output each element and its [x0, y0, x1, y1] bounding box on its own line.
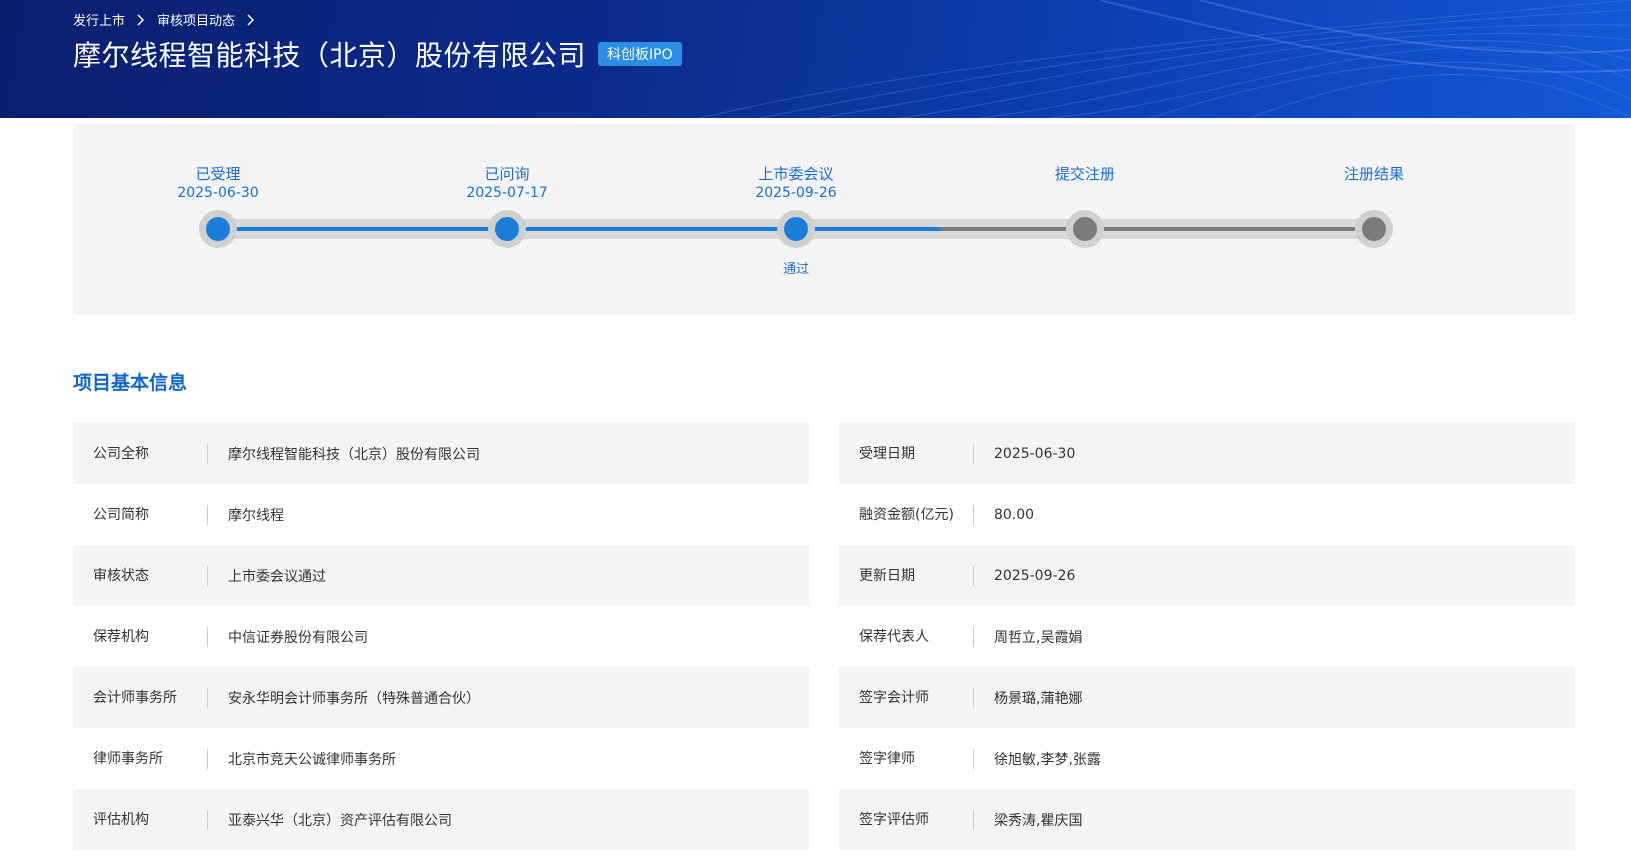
- info-value: 上市委会议通过: [228, 568, 326, 585]
- info-cell-right: 签字律师 徐旭敏,李梦,张露: [839, 728, 1575, 789]
- info-label: 保荐机构: [73, 626, 208, 647]
- info-label: 受理日期: [839, 443, 974, 464]
- info-label: 公司全称: [73, 443, 208, 464]
- info-value: 徐旭敏,李梦,张露: [994, 751, 1101, 768]
- info-value: 安永华明会计师事务所（特殊普通合伙）: [228, 690, 480, 707]
- chevron-right-icon: [247, 13, 255, 26]
- progress-step-label: 提交注册: [1015, 165, 1155, 184]
- info-label: 融资金额(亿元): [839, 504, 974, 525]
- info-cell-right: 受理日期 2025-06-30: [839, 423, 1575, 484]
- chevron-right-icon: [137, 13, 145, 26]
- info-cell-left: 公司全称 摩尔线程智能科技（北京）股份有限公司: [73, 423, 809, 484]
- info-row: 律师事务所 北京市竞天公诚律师事务所 签字律师 徐旭敏,李梦,张露: [73, 728, 1575, 789]
- info-row: 公司全称 摩尔线程智能科技（北京）股份有限公司 受理日期 2025-06-30: [73, 423, 1575, 484]
- step-date: 2025-09-26: [755, 185, 837, 201]
- step-name: 注册结果: [1343, 165, 1404, 183]
- section-title: 项目基本信息: [73, 372, 188, 394]
- info-label: 律师事务所: [73, 748, 208, 769]
- info-row: 公司简称 摩尔线程 融资金额(亿元) 80.00: [73, 484, 1575, 545]
- info-label: 审核状态: [73, 565, 208, 586]
- info-label: 签字会计师: [839, 687, 974, 708]
- info-cell-right: 签字评估师 梁秀涛,瞿庆国: [839, 789, 1575, 850]
- info-value: 梁秀涛,瞿庆国: [994, 812, 1083, 829]
- info-cell-left: 审核状态 上市委会议通过: [73, 545, 809, 606]
- info-label: 更新日期: [839, 565, 974, 586]
- info-value: 周哲立,吴霞娟: [994, 629, 1083, 646]
- breadcrumb-item-review-dynamics[interactable]: 审核项目动态: [157, 10, 235, 29]
- step-name: 已问询: [484, 165, 530, 183]
- info-value: 2025-09-26: [994, 567, 1076, 584]
- progress-step-label: 已受理 2025-06-30: [148, 165, 288, 203]
- info-value: 2025-06-30: [994, 445, 1076, 462]
- progress-node: [1362, 217, 1386, 241]
- info-row: 评估机构 亚泰兴华（北京）资产评估有限公司 签字评估师 梁秀涛,瞿庆国: [73, 789, 1575, 850]
- info-value: 杨景璐,蒲艳娜: [994, 690, 1083, 707]
- info-row: 保荐机构 中信证券股份有限公司 保荐代表人 周哲立,吴霞娟: [73, 606, 1575, 667]
- step-name: 上市委会议: [758, 165, 834, 183]
- info-cell-right: 签字会计师 杨景璐,蒲艳娜: [839, 667, 1575, 728]
- info-value: 摩尔线程智能科技（北京）股份有限公司: [228, 446, 480, 463]
- board-badge: 科创板IPO: [598, 42, 682, 66]
- progress-step-label: 已问询 2025-07-17: [437, 165, 577, 203]
- breadcrumb-item-listing[interactable]: 发行上市: [73, 10, 125, 29]
- breadcrumb: 发行上市 审核项目动态: [73, 10, 267, 29]
- info-label: 评估机构: [73, 809, 208, 830]
- info-label: 签字评估师: [839, 809, 974, 830]
- info-value: 亚泰兴华（北京）资产评估有限公司: [228, 812, 452, 829]
- progress-node: [206, 217, 230, 241]
- step-name: 已受理: [195, 165, 241, 183]
- info-label: 签字律师: [839, 748, 974, 769]
- info-label: 会计师事务所: [73, 687, 208, 708]
- progress-node: [495, 217, 519, 241]
- info-cell-left: 公司简称 摩尔线程: [73, 484, 809, 545]
- step-date: 2025-07-17: [466, 185, 548, 201]
- info-label: 公司简称: [73, 504, 208, 525]
- info-cell-left: 律师事务所 北京市竞天公诚律师事务所: [73, 728, 809, 789]
- info-cell-left: 会计师事务所 安永华明会计师事务所（特殊普通合伙）: [73, 667, 809, 728]
- info-value: 北京市竞天公诚律师事务所: [228, 751, 396, 768]
- step-date: 2025-06-30: [177, 185, 259, 201]
- info-cell-left: 保荐机构 中信证券股份有限公司: [73, 606, 809, 667]
- info-row: 会计师事务所 安永华明会计师事务所（特殊普通合伙） 签字会计师 杨景璐,蒲艳娜: [73, 667, 1575, 728]
- step-result-note: 通过: [782, 262, 809, 277]
- info-value: 摩尔线程: [228, 507, 284, 524]
- info-value: 中信证券股份有限公司: [228, 629, 368, 646]
- progress-step-label: 注册结果: [1304, 165, 1444, 184]
- step-name: 提交注册: [1054, 165, 1115, 183]
- review-progress-panel: 已受理 2025-06-30 已问询 2025-07-17 上市委会议 2025-09-2…: [73, 124, 1575, 315]
- info-cell-left: 评估机构 亚泰兴华（北京）资产评估有限公司: [73, 789, 809, 850]
- page-title: 摩尔线程智能科技（北京）股份有限公司: [73, 39, 587, 72]
- info-cell-right: 更新日期 2025-09-26: [839, 545, 1575, 606]
- project-info-table: 公司全称 摩尔线程智能科技（北京）股份有限公司 受理日期 2025-06-30 公司简称…: [73, 423, 1575, 850]
- header-banner: 发行上市 审核项目动态 摩尔线程智能科技（北京）股份有限公司 科创板IPO: [0, 0, 1631, 118]
- info-cell-right: 融资金额(亿元) 80.00: [839, 484, 1575, 545]
- progress-step-label: 上市委会议 2025-09-26: [726, 165, 866, 203]
- info-cell-right: 保荐代表人 周哲立,吴霞娟: [839, 606, 1575, 667]
- progress-node: [784, 217, 808, 241]
- info-row: 审核状态 上市委会议通过 更新日期 2025-09-26: [73, 545, 1575, 606]
- progress-track: [199, 210, 1393, 248]
- progress-node: [1073, 217, 1097, 241]
- info-label: 保荐代表人: [839, 626, 974, 647]
- info-value: 80.00: [994, 506, 1035, 523]
